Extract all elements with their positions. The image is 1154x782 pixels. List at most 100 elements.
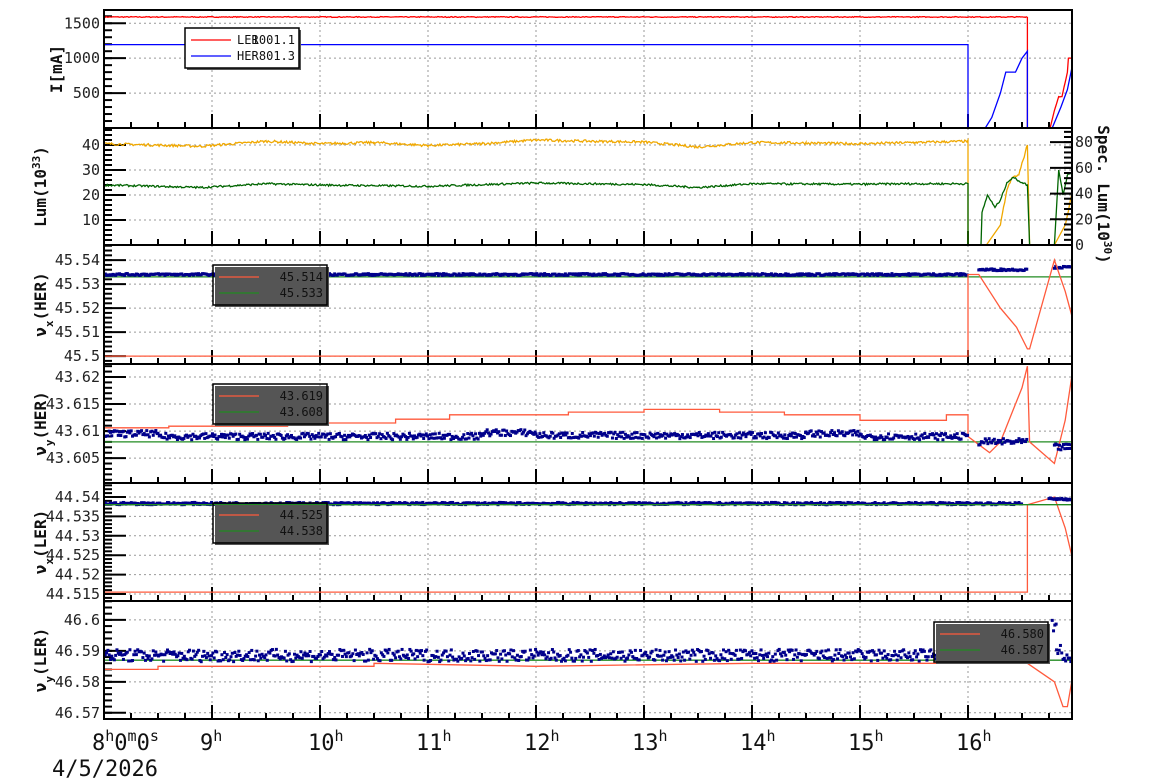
data-point <box>955 432 959 436</box>
data-point <box>620 435 624 439</box>
data-point <box>412 652 416 656</box>
data-point <box>216 437 220 441</box>
data-point <box>664 659 668 663</box>
data-point <box>282 656 286 660</box>
data-point <box>817 657 821 661</box>
data-point <box>406 435 410 439</box>
data-point <box>233 650 237 654</box>
data-point <box>591 649 595 653</box>
data-point <box>287 652 291 656</box>
data-point <box>1020 441 1024 445</box>
data-point <box>785 437 789 441</box>
data-point <box>744 435 748 439</box>
data-point <box>551 431 555 435</box>
data-point <box>225 653 229 657</box>
data-point <box>250 648 254 652</box>
data-point <box>727 648 731 652</box>
data-point <box>833 431 837 435</box>
data-point <box>581 431 585 435</box>
data-point <box>318 653 322 657</box>
data-point <box>267 437 271 441</box>
data-point <box>802 436 806 440</box>
x-unit-h: h <box>443 727 452 745</box>
data-point <box>723 657 727 661</box>
data-point <box>334 658 338 662</box>
data-point <box>185 658 189 662</box>
data-point <box>667 650 671 654</box>
data-point <box>605 434 609 438</box>
data-point <box>1061 443 1065 447</box>
data-point <box>595 431 599 435</box>
right-label-end: ) <box>1094 254 1113 264</box>
data-point <box>632 656 636 660</box>
data-point <box>344 655 348 659</box>
y-tick-label: 45.53 <box>55 275 100 293</box>
data-point <box>252 658 256 662</box>
data-point <box>211 651 215 655</box>
data-point <box>744 649 748 653</box>
data-point <box>987 437 991 441</box>
data-point <box>221 658 225 662</box>
data-point <box>264 433 268 437</box>
data-point <box>798 652 802 656</box>
data-point <box>500 657 504 661</box>
data-point <box>445 655 449 659</box>
data-point <box>689 653 693 657</box>
data-point <box>755 656 759 660</box>
y-label-end: (HER) <box>31 391 50 439</box>
data-point <box>337 653 341 657</box>
data-point <box>754 652 758 656</box>
x-hour: 15 <box>848 731 875 756</box>
data-point <box>475 649 479 653</box>
data-point <box>223 651 227 655</box>
y-label-text: ν <box>31 565 50 575</box>
data-point <box>480 650 484 654</box>
data-point <box>199 660 203 664</box>
data-point <box>466 657 470 661</box>
y-tick-label: 30 <box>82 161 100 179</box>
legend-value: 46.580 <box>1001 627 1044 641</box>
x-unit-h: h <box>659 727 668 745</box>
data-point <box>164 651 168 655</box>
data-point <box>738 648 742 652</box>
data-point <box>720 656 724 660</box>
x-unit-h: h <box>767 727 776 745</box>
data-point <box>572 659 576 663</box>
data-point <box>505 659 509 663</box>
data-point <box>654 648 658 652</box>
data-point <box>804 653 808 657</box>
y-axis-label: Lum(1033) <box>30 146 51 227</box>
data-point <box>688 657 692 661</box>
x-unit-h: h <box>105 727 114 745</box>
data-point <box>758 653 762 657</box>
data-point <box>425 648 429 652</box>
data-point <box>563 659 567 663</box>
x-tick-label: 8h0m0s <box>92 727 159 756</box>
data-point <box>370 649 374 653</box>
data-point <box>681 650 685 654</box>
data-point <box>378 432 382 436</box>
data-point <box>434 655 438 659</box>
data-point <box>1052 629 1056 633</box>
data-point <box>739 436 743 440</box>
data-point <box>1064 659 1068 663</box>
data-point <box>396 649 400 653</box>
data-point <box>203 436 207 440</box>
data-point <box>229 655 233 659</box>
y-tick-label: 46.57 <box>55 704 100 722</box>
data-point <box>849 429 853 433</box>
data-point <box>499 652 503 656</box>
data-point <box>502 428 506 432</box>
data-point <box>298 656 302 660</box>
data-point <box>917 659 921 663</box>
data-point <box>683 658 687 662</box>
data-point <box>154 650 158 654</box>
data-point <box>242 435 246 439</box>
data-point <box>411 437 415 441</box>
data-point <box>724 650 728 654</box>
data-point <box>120 653 124 657</box>
data-point <box>798 433 802 437</box>
data-point <box>509 434 513 438</box>
data-point <box>586 435 590 439</box>
x-tick-label: 15h <box>848 727 884 756</box>
